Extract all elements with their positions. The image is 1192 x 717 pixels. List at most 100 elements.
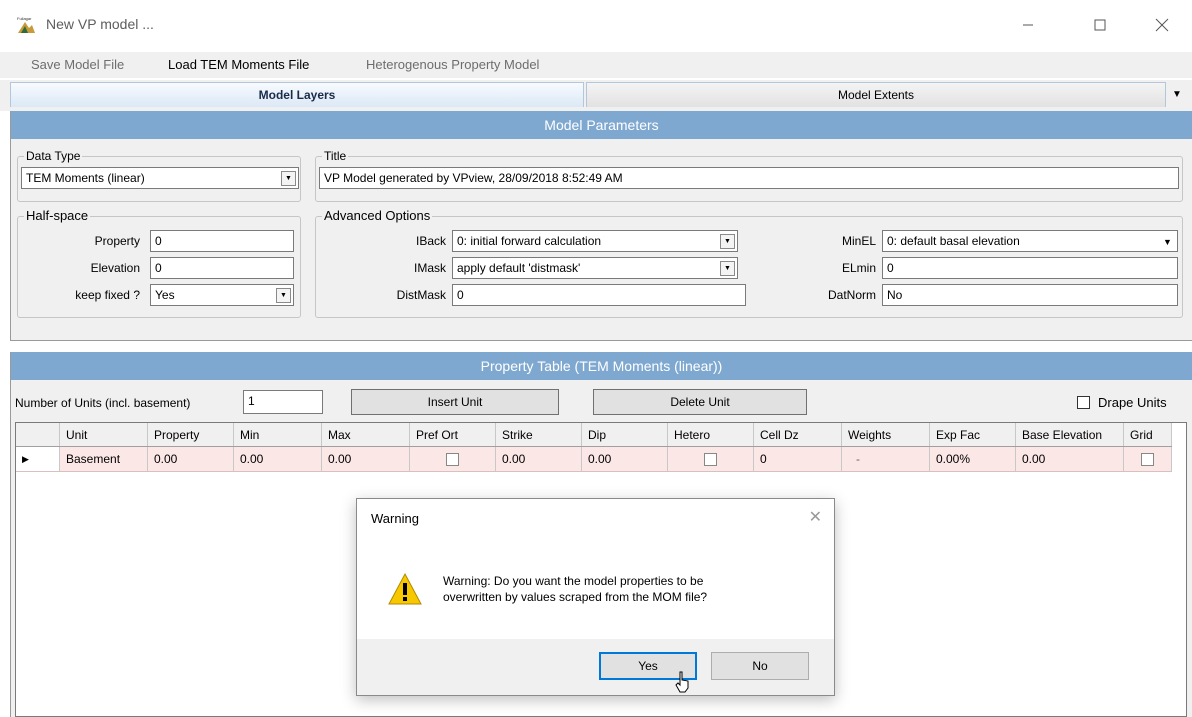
drape-units-label: Drape Units [1098,395,1167,410]
column-header[interactable]: Base Elevation [1016,423,1124,446]
cell-cell-dz[interactable]: 0 [754,447,842,471]
column-header[interactable]: Hetero [668,423,754,446]
cell-max[interactable]: 0.00 [322,447,410,471]
grid-checkbox[interactable] [1141,452,1154,466]
maximize-icon [1094,19,1106,31]
distmask-input[interactable]: 0 [452,284,746,306]
cell-pref-ort[interactable] [410,447,496,471]
imask-label: IMask [413,261,446,275]
column-header[interactable]: Pref Ort [410,423,496,446]
iback-value: 0: initial forward calculation [457,234,602,248]
dialog-close-icon[interactable]: ✕ [809,507,822,527]
chevron-down-icon: ▼ [281,171,296,186]
number-of-units-label: Number of Units (incl. basement) [15,396,191,410]
cell-hetero[interactable] [668,447,754,471]
cell-base-elevation[interactable]: 0.00 [1016,447,1124,471]
drape-units-check[interactable] [1077,396,1090,409]
elevation-label: Elevation [90,261,140,275]
no-button[interactable]: No [711,652,809,680]
number-of-units-input[interactable]: 1 [243,390,323,414]
minel-select[interactable]: 0: default basal elevation ▼ [882,230,1178,252]
pref-ort-checkbox[interactable] [446,452,459,466]
menu-save-model-file[interactable]: Save Model File [31,57,124,72]
title-group: Title VP Model generated by VPview, 28/0… [315,149,1183,202]
warning-icon [388,572,422,605]
grid-header-row: Unit Property Min Max Pref Ort Strike Di… [16,423,1172,447]
model-parameters-header: Model Parameters [11,111,1192,139]
column-header[interactable]: Grid [1124,423,1172,446]
minimize-button[interactable] [1008,10,1048,40]
drape-units-checkbox[interactable]: Drape Units [1077,395,1167,410]
close-icon [1155,18,1169,32]
datnorm-input[interactable]: No [882,284,1178,306]
hetero-checkbox[interactable] [704,452,717,466]
dialog-message-line2: overwritten by values scraped from the M… [443,590,708,604]
column-header[interactable]: Dip [582,423,668,446]
row-header-corner [16,423,60,446]
column-header[interactable]: Exp Fac [930,423,1016,446]
chevron-down-icon: ▼ [720,261,735,276]
menu-bar: Save Model File Load TEM Moments File He… [0,52,1192,78]
iback-select[interactable]: 0: initial forward calculation ▼ [452,230,738,252]
keep-fixed-select[interactable]: Yes ▼ [150,284,294,306]
tab-model-extents[interactable]: Model Extents [586,82,1166,107]
minimize-icon [1023,24,1033,26]
tab-dropdown-icon[interactable]: ▼ [1172,89,1182,100]
property-table-header: Property Table (TEM Moments (linear)) [11,352,1192,380]
half-space-elevation-input[interactable]: 0 [150,257,294,279]
maximize-button[interactable] [1080,10,1120,40]
title-input[interactable]: VP Model generated by VPview, 28/09/2018… [319,167,1179,189]
cell-exp-fac[interactable]: 0.00% [930,447,1016,471]
cell-strike[interactable]: 0.00 [496,447,582,471]
data-type-value: TEM Moments (linear) [26,171,145,185]
datnorm-label: DatNorm [827,288,876,302]
delete-unit-button[interactable]: Delete Unit [593,389,807,415]
imask-select[interactable]: apply default 'distmask' ▼ [452,257,738,279]
menu-heterogenous-property-model[interactable]: Heterogenous Property Model [366,57,539,72]
warning-dialog: Warning ✕ Warning: Do you want the model… [356,498,835,696]
model-parameters-panel: Model Parameters Data Type TEM Moments (… [10,111,1192,341]
data-type-select[interactable]: TEM Moments (linear) ▼ [21,167,299,189]
chevron-down-icon: ▼ [276,288,291,303]
column-header[interactable]: Max [322,423,410,446]
table-row[interactable]: ▶ Basement 0.00 0.00 0.00 0.00 0.00 0 - … [16,447,1172,472]
cell-dip[interactable]: 0.00 [582,447,668,471]
column-header[interactable]: Property [148,423,234,446]
title-legend: Title [322,149,349,163]
dialog-footer: Yes No [357,639,834,695]
advanced-options-group: Advanced Options IBack 0: initial forwar… [315,208,1183,318]
minel-value: 0: default basal elevation [887,234,1020,248]
cell-grid[interactable] [1124,447,1172,471]
iback-label: IBack [415,234,446,248]
dialog-message: Warning: Do you want the model propertie… [443,573,813,605]
elmin-label: ELmin [841,261,876,275]
menu-load-tem-moments-file[interactable]: Load TEM Moments File [168,57,309,72]
close-button[interactable] [1142,10,1182,40]
tab-model-layers[interactable]: Model Layers [10,82,584,107]
cell-weights[interactable]: - [842,447,930,471]
dialog-title: Warning [371,511,419,526]
half-space-property-input[interactable]: 0 [150,230,294,252]
column-header[interactable]: Weights [842,423,930,446]
imask-value: apply default 'distmask' [457,261,581,275]
elmin-input[interactable]: 0 [882,257,1178,279]
cell-unit[interactable]: Basement [60,447,148,471]
dialog-message-line1: Warning: Do you want the model propertie… [443,574,704,588]
property-label: Property [94,234,140,248]
distmask-label: DistMask [396,288,446,302]
title-bar: Fullagar New VP model ... [0,0,1192,52]
chevron-down-icon: ▼ [720,234,735,249]
data-type-group: Data Type TEM Moments (linear) ▼ [17,149,301,202]
insert-unit-button[interactable]: Insert Unit [351,389,559,415]
mouse-cursor-icon [675,671,689,693]
window-title: New VP model ... [46,16,154,32]
column-header[interactable]: Cell Dz [754,423,842,446]
row-selector-icon[interactable]: ▶ [16,447,60,471]
keep-fixed-label: keep fixed ? [75,288,140,302]
tab-strip: Model Layers Model Extents ▼ [0,80,1192,111]
column-header[interactable]: Min [234,423,322,446]
column-header[interactable]: Strike [496,423,582,446]
cell-min[interactable]: 0.00 [234,447,322,471]
column-header[interactable]: Unit [60,423,148,446]
cell-property[interactable]: 0.00 [148,447,234,471]
